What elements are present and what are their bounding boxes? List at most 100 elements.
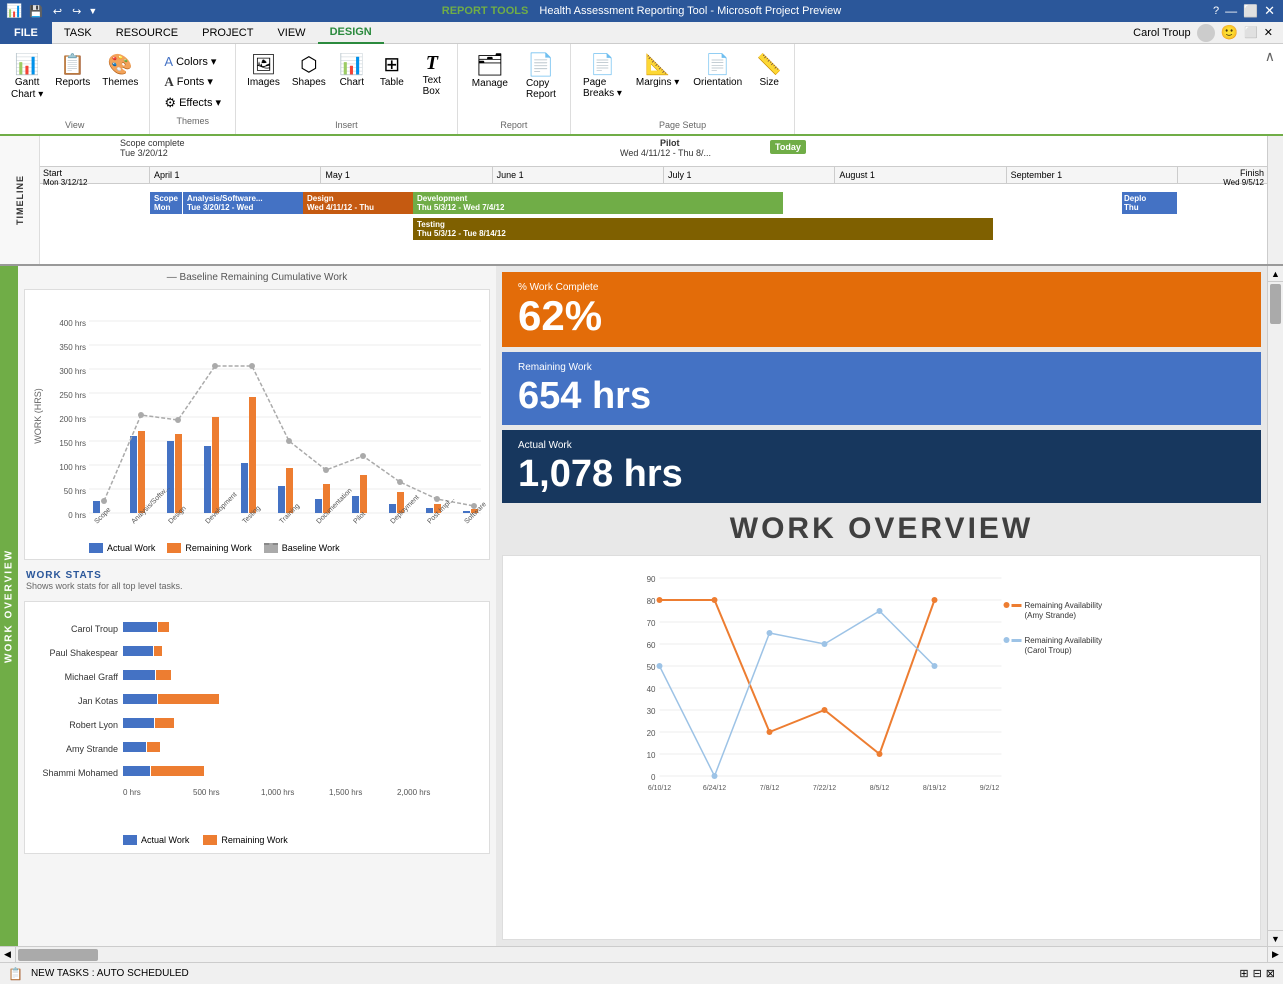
svg-text:400 hrs: 400 hrs bbox=[59, 319, 86, 328]
scroll-down-btn[interactable]: ▼ bbox=[1268, 930, 1283, 946]
today-badge: Today bbox=[770, 140, 806, 154]
month-may: May 1 bbox=[321, 167, 492, 183]
new-tasks-icon[interactable]: ⊞ bbox=[1239, 967, 1248, 980]
chart-btn[interactable]: 📊 Chart bbox=[333, 48, 371, 118]
images-btn[interactable]: 🖼 Images bbox=[242, 48, 285, 118]
margins-btn[interactable]: 📐 Margins ▾ bbox=[630, 48, 685, 118]
scope-date-label: Tue 3/20/12 bbox=[120, 148, 168, 158]
month-august: August 1 bbox=[835, 167, 1006, 183]
user-name[interactable]: Carol Troup bbox=[1133, 27, 1190, 39]
svg-text:0: 0 bbox=[651, 773, 656, 782]
size-btn[interactable]: 📏 Size bbox=[750, 48, 788, 118]
minimize-btn[interactable]: — bbox=[1225, 4, 1237, 18]
svg-text:Robert Lyon: Robert Lyon bbox=[69, 720, 118, 730]
svg-text:50: 50 bbox=[647, 663, 656, 672]
svg-text:Amy Strande: Amy Strande bbox=[66, 744, 118, 754]
pilot-label: Pilot bbox=[660, 138, 680, 148]
report-tools-tab: REPORT TOOLS bbox=[442, 5, 529, 17]
menu-file[interactable]: FILE bbox=[0, 22, 52, 44]
kpi-work-complete: % Work Complete 62% bbox=[502, 272, 1261, 347]
fonts-btn[interactable]: A Fonts ▾ bbox=[160, 73, 225, 91]
themes-btn[interactable]: 🎨 Themes bbox=[97, 48, 143, 118]
view-icon[interactable]: ⊠ bbox=[1266, 967, 1275, 980]
user-smile-icon: 🙂 bbox=[1221, 24, 1238, 41]
svg-text:350 hrs: 350 hrs bbox=[59, 343, 86, 352]
user-avatar bbox=[1197, 24, 1215, 42]
colors-btn[interactable]: A Colors ▾ bbox=[160, 53, 225, 70]
hscroll-right-btn[interactable]: ▶ bbox=[1267, 947, 1283, 963]
shapes-btn[interactable]: ⬡ Shapes bbox=[287, 48, 331, 118]
page-breaks-btn[interactable]: 📄 PageBreaks ▾ bbox=[577, 48, 628, 118]
svg-text:1,500 hrs: 1,500 hrs bbox=[329, 788, 362, 797]
svg-text:Carol Troup: Carol Troup bbox=[71, 624, 118, 634]
window-restore2[interactable]: ⬜ bbox=[1244, 26, 1258, 39]
svg-text:8/5/12: 8/5/12 bbox=[870, 785, 890, 792]
menu-resource[interactable]: RESOURCE bbox=[104, 22, 190, 44]
save-btn[interactable]: 💾 bbox=[26, 5, 46, 18]
svg-text:7/22/12: 7/22/12 bbox=[813, 785, 836, 792]
effects-btn[interactable]: ⚙ Effects ▾ bbox=[160, 94, 225, 112]
scroll-up-btn[interactable]: ▲ bbox=[1268, 266, 1283, 282]
svg-text:60: 60 bbox=[647, 641, 656, 650]
close-btn[interactable]: ✕ bbox=[1264, 3, 1275, 19]
svg-text:2,000 hrs: 2,000 hrs bbox=[397, 788, 430, 797]
menu-design[interactable]: DESIGN bbox=[318, 22, 384, 44]
line-chart: 90 80 70 60 50 40 30 20 10 0 bbox=[502, 555, 1261, 940]
svg-text:Paul Shakespear: Paul Shakespear bbox=[49, 648, 118, 658]
month-july: July 1 bbox=[664, 167, 835, 183]
remaining-work-legend: Remaining Work bbox=[167, 543, 251, 553]
menu-view[interactable]: VIEW bbox=[265, 22, 317, 44]
title-text: Health Assessment Reporting Tool - Micro… bbox=[539, 5, 841, 17]
hscroll-thumb[interactable] bbox=[18, 949, 98, 961]
status-icon: 📋 bbox=[8, 967, 23, 981]
reports-btn[interactable]: 📋 Reports bbox=[50, 48, 95, 118]
menu-task[interactable]: TASK bbox=[52, 22, 104, 44]
scroll-thumb[interactable] bbox=[1270, 284, 1281, 324]
svg-text:40: 40 bbox=[647, 685, 656, 694]
copy-report-btn[interactable]: 📄 CopyReport bbox=[518, 48, 564, 118]
redo-btn[interactable]: ↪ bbox=[69, 5, 84, 18]
window-close2[interactable]: ✕ bbox=[1264, 26, 1273, 39]
menu-project[interactable]: PROJECT bbox=[190, 22, 265, 44]
svg-text:Remaining Availability: Remaining Availability bbox=[1025, 636, 1103, 645]
svg-text:80: 80 bbox=[647, 597, 656, 606]
deploy-bar: Deplo Thu bbox=[1122, 192, 1177, 214]
hscroll-left-btn[interactable]: ◀ bbox=[0, 947, 16, 963]
month-april: April 1 bbox=[150, 167, 321, 183]
restore-btn[interactable]: ⬜ bbox=[1243, 4, 1258, 18]
svg-text:100 hrs: 100 hrs bbox=[59, 463, 86, 472]
development-bar: Development Thu 5/3/12 - Wed 7/4/12 bbox=[413, 192, 783, 214]
app-icon: 📊 bbox=[6, 3, 22, 19]
month-june: June 1 bbox=[493, 167, 664, 183]
svg-text:150 hrs: 150 hrs bbox=[59, 439, 86, 448]
svg-text:0 hrs: 0 hrs bbox=[68, 511, 86, 520]
work-overview-title: WORK OVERVIEW bbox=[502, 508, 1261, 550]
svg-text:200 hrs: 200 hrs bbox=[59, 415, 86, 424]
testing-bar: Testing Thu 5/3/12 - Tue 8/14/12 bbox=[413, 218, 993, 240]
svg-text:1,000 hrs: 1,000 hrs bbox=[261, 788, 294, 797]
help-btn[interactable]: ? bbox=[1213, 5, 1219, 17]
work-chart-svg: WORK (HRS) 400 hrs 350 hrs 300 hrs 250 h… bbox=[31, 296, 486, 536]
kpi-actual-work: Actual Work 1,078 hrs bbox=[502, 430, 1261, 503]
svg-text:500 hrs: 500 hrs bbox=[193, 788, 220, 797]
svg-text:9/2/12: 9/2/12 bbox=[980, 785, 1000, 792]
svg-text:6/10/12: 6/10/12 bbox=[648, 785, 671, 792]
orientation-btn[interactable]: 📄 Orientation bbox=[687, 48, 748, 118]
gantt-chart-btn[interactable]: 📊 GanttChart ▾ bbox=[6, 48, 48, 118]
manage-btn[interactable]: 🗂 Manage bbox=[464, 48, 516, 118]
ribbon-collapse-btn[interactable]: ∧ bbox=[1257, 44, 1283, 69]
pilot-range-label: Wed 4/11/12 - Thu 8/... bbox=[620, 148, 711, 158]
svg-text:Shammi Mohamed: Shammi Mohamed bbox=[42, 768, 118, 778]
svg-text:70: 70 bbox=[647, 619, 656, 628]
customize-btn[interactable]: ▼ bbox=[88, 6, 97, 16]
table-btn[interactable]: ⊞ Table bbox=[373, 48, 411, 118]
undo-btn[interactable]: ↩ bbox=[50, 5, 65, 18]
svg-text:Jan Kotas: Jan Kotas bbox=[78, 696, 119, 706]
work-stats-subtitle: Shows work stats for all top level tasks… bbox=[26, 581, 488, 591]
filter-icon[interactable]: ⊟ bbox=[1253, 967, 1262, 980]
svg-text:6/24/12: 6/24/12 bbox=[703, 785, 726, 792]
svg-text:(Amy Strande): (Amy Strande) bbox=[1025, 611, 1077, 620]
textbox-btn[interactable]: T TextBox bbox=[413, 48, 451, 118]
actual-work-legend: Actual Work bbox=[89, 543, 155, 553]
svg-text:8/19/12: 8/19/12 bbox=[923, 785, 946, 792]
